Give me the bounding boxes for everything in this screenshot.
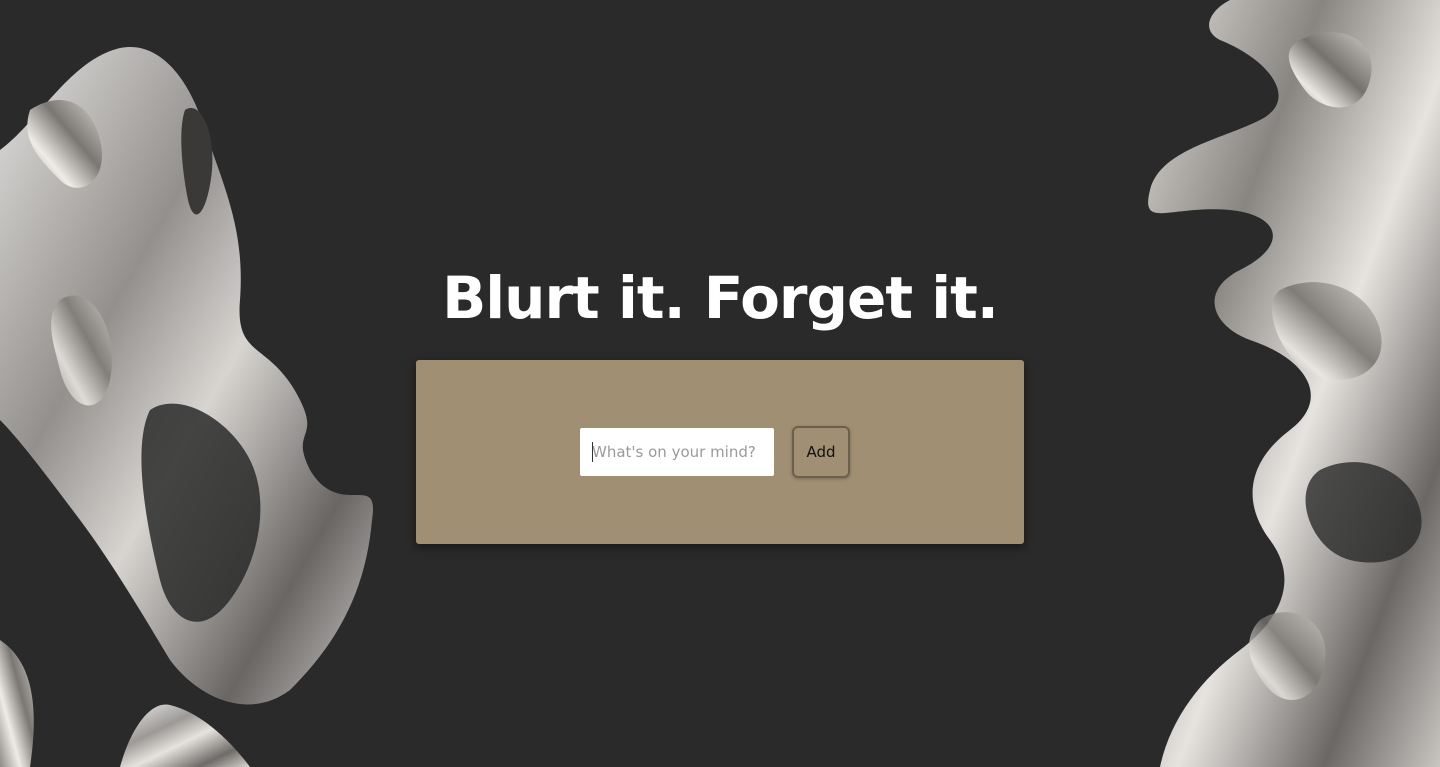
composer-card: Add: [416, 360, 1024, 544]
page-title: Blurt it. Forget it.: [442, 264, 999, 332]
chrome-sculpture-left: [0, 46, 374, 767]
thought-input[interactable]: [580, 428, 774, 476]
chrome-sculpture-right: [1148, 0, 1440, 767]
text-caret: [592, 442, 593, 462]
app-stage: Blurt it. Forget it. Add: [0, 0, 1440, 767]
add-button[interactable]: Add: [792, 426, 850, 478]
